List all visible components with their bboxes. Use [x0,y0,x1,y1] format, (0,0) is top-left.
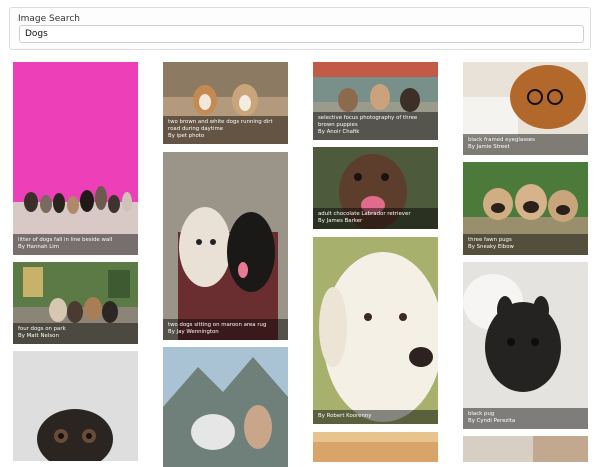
result-card[interactable] [313,432,438,462]
result-author: By James Barker [318,218,363,224]
result-author: By Jay Wennington [168,329,219,335]
result-caption: three fawn pugs By Sneaky Elbow [463,234,588,255]
result-author: By Jamie Street [468,144,510,150]
result-image [163,347,288,467]
result-description: selective focus photography of three bro… [318,115,418,128]
image-search-panel: Image Search [9,7,591,50]
result-caption: two brown and white dogs running dirt ro… [163,116,288,144]
result-caption: black framed eyeglasses By Jamie Street [463,134,588,155]
result-caption: four dogs on park By Matt Nelson [13,323,138,344]
result-author: By Robert Koorenny [318,413,372,419]
result-caption: selective focus photography of three bro… [313,112,438,140]
result-caption: By Robert Koorenny [313,410,438,424]
result-author: By Anoir Chafik [318,129,360,135]
result-card[interactable]: two brown and white dogs running dirt ro… [163,62,288,144]
result-image [313,237,438,424]
result-description: black pug [468,411,495,417]
result-image [13,351,138,461]
result-image [313,432,438,462]
result-card[interactable]: three fawn pugs By Sneaky Elbow [463,162,588,255]
result-author: By ipet photo [168,133,205,139]
result-image [463,262,588,429]
result-card[interactable]: selective focus photography of three bro… [313,62,438,140]
result-author: By Matt Nelson [18,333,59,339]
result-card[interactable]: adult chocolate Labrador retriever By Ja… [313,147,438,229]
result-description: two dogs sitting on maroon area rug [168,322,267,328]
result-image [463,436,588,462]
search-label: Image Search [18,14,80,24]
result-card[interactable]: black framed eyeglasses By Jamie Street [463,62,588,155]
result-card[interactable] [463,436,588,462]
result-description: four dogs on park [18,326,66,332]
result-caption: black pug By Cyndi Perezita [463,408,588,429]
result-caption: two dogs sitting on maroon area rug By J… [163,319,288,340]
result-description: adult chocolate Labrador retriever [318,211,411,217]
result-caption: litter of dogs fall in line beside wall … [13,234,138,255]
result-card[interactable] [13,351,138,461]
search-input[interactable] [19,25,584,43]
result-card[interactable]: two dogs sitting on maroon area rug By J… [163,152,288,340]
result-caption: adult chocolate Labrador retriever By Ja… [313,208,438,229]
result-card[interactable] [163,347,288,467]
result-description: black framed eyeglasses [468,137,535,143]
result-author: By Hannah Lim [18,244,59,250]
result-author: By Cyndi Perezita [468,418,516,424]
result-card[interactable]: black pug By Cyndi Perezita [463,262,588,429]
result-card[interactable]: four dogs on park By Matt Nelson [13,262,138,344]
result-image [163,152,288,340]
result-description: three fawn pugs [468,237,512,243]
result-image [13,62,138,255]
result-description: litter of dogs fall in line beside wall [18,237,113,243]
result-card[interactable]: By Robert Koorenny [313,237,438,424]
result-description: two brown and white dogs running dirt ro… [168,119,273,132]
result-author: By Sneaky Elbow [468,244,514,250]
result-card[interactable]: litter of dogs fall in line beside wall … [13,62,138,255]
